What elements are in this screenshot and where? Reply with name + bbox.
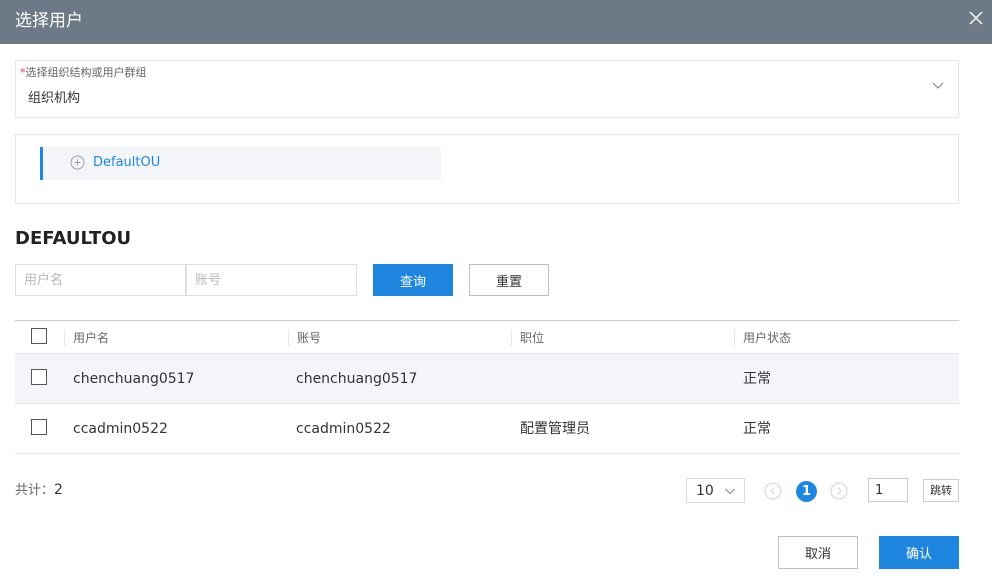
select-all-checkbox[interactable]	[31, 328, 47, 344]
tree-node-label[interactable]: DefaultOU	[93, 154, 160, 172]
dialog-title: 选择用户	[15, 11, 83, 31]
table-row[interactable]: ccadmin0522 ccadmin0522 配置管理员 正常	[15, 404, 959, 454]
chevron-down-icon[interactable]	[931, 78, 945, 92]
cancel-button[interactable]: 取消	[778, 536, 858, 569]
cell-status: 正常	[743, 371, 771, 387]
plus-circle-icon[interactable]	[70, 155, 85, 170]
search-button[interactable]: 查询	[373, 264, 453, 296]
cell-account: ccadmin0522	[296, 421, 391, 437]
page-size-value: 10	[696, 483, 714, 499]
cell-username: ccadmin0522	[73, 421, 168, 437]
org-select-value: 组织机构	[28, 91, 81, 106]
jump-page-input[interactable]	[868, 478, 908, 502]
column-header-account: 账号	[288, 330, 321, 346]
column-header-username: 用户名	[64, 330, 109, 346]
section-title: DEFAULTOU	[15, 228, 132, 249]
total-label: 共计：	[15, 483, 55, 498]
cell-account: chenchuang0517	[296, 371, 418, 387]
row-checkbox[interactable]	[31, 419, 47, 435]
next-page-icon[interactable]	[830, 482, 848, 500]
org-select-label: *选择组织结构或用户群组	[20, 66, 147, 80]
page-size-select[interactable]: 10	[686, 478, 745, 503]
tree-node-defaultou[interactable]: DefaultOU	[40, 147, 441, 180]
jump-button[interactable]: 跳转	[923, 479, 959, 502]
total-value: 2	[54, 482, 63, 498]
confirm-button[interactable]: 确认	[879, 536, 959, 569]
org-tree: DefaultOU	[15, 134, 959, 204]
org-select-label-text: 选择组织结构或用户群组	[25, 66, 147, 79]
dialog-header: 选择用户	[0, 0, 992, 44]
chevron-down-icon	[725, 488, 735, 495]
cell-username: chenchuang0517	[73, 371, 195, 387]
total-count: 共计：2	[15, 481, 63, 500]
row-checkbox[interactable]	[31, 369, 47, 385]
close-icon[interactable]	[966, 8, 986, 28]
cell-position: 配置管理员	[520, 421, 590, 437]
username-filter-input[interactable]	[15, 264, 186, 296]
prev-page-icon[interactable]	[764, 482, 782, 500]
table-row[interactable]: chenchuang0517 chenchuang0517 正常	[15, 354, 959, 404]
current-page-button[interactable]: 1	[796, 481, 817, 502]
account-filter-input[interactable]	[186, 264, 357, 296]
reset-button[interactable]: 重置	[469, 264, 549, 296]
column-header-status: 用户状态	[734, 330, 791, 346]
table-header: 用户名 账号 职位 用户状态	[15, 320, 959, 354]
cell-status: 正常	[743, 421, 771, 437]
org-group-select[interactable]: *选择组织结构或用户群组 组织机构	[15, 60, 959, 118]
column-header-position: 职位	[511, 330, 544, 346]
